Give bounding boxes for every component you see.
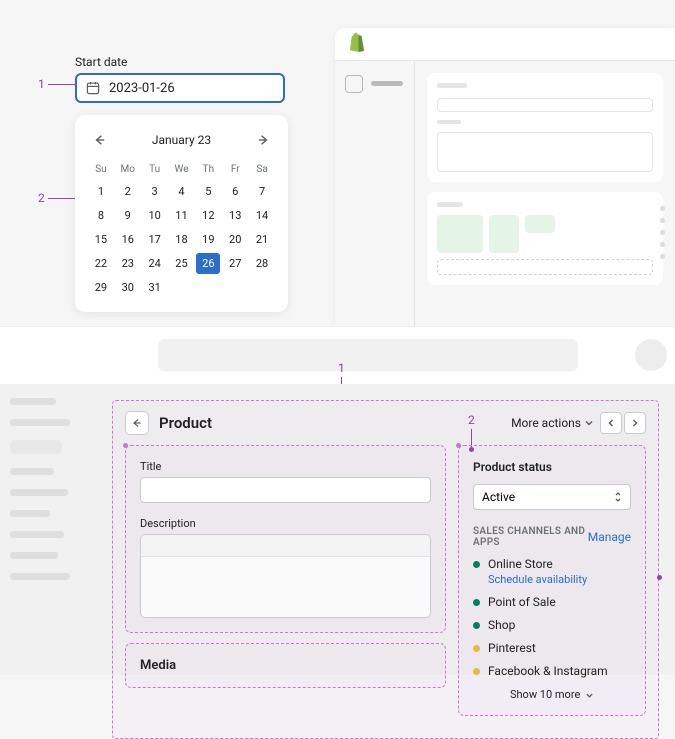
page-title: Product: [159, 414, 511, 432]
calendar-day[interactable]: 23: [116, 253, 140, 274]
calendar-day[interactable]: 12: [196, 205, 220, 226]
manage-link[interactable]: Manage: [588, 530, 631, 544]
calendar-day[interactable]: 9: [116, 205, 140, 226]
calendar-weekday: Tu: [143, 161, 167, 178]
annotation-b2: 2: [468, 413, 475, 427]
rte-toolbar[interactable]: [141, 535, 430, 557]
channels-header: SALES CHANNELS AND APPS: [473, 526, 588, 548]
next-month-button[interactable]: [252, 129, 274, 151]
nav-placeholder-icon: [345, 75, 363, 93]
calendar-day[interactable]: 21: [250, 229, 274, 250]
calendar-day[interactable]: 18: [170, 229, 194, 250]
preview-card-2: [427, 192, 663, 285]
calendar-day[interactable]: 31: [143, 277, 167, 298]
channel-name: Shop: [488, 618, 515, 632]
media-card-outline: Media: [125, 643, 446, 688]
calendar-day[interactable]: 20: [223, 229, 247, 250]
description-textarea[interactable]: [140, 534, 431, 618]
calendar-icon: [85, 80, 101, 96]
product-status-title: Product status: [473, 460, 631, 474]
calendar-day[interactable]: 17: [143, 229, 167, 250]
channel-row: Online Store: [473, 557, 631, 571]
channel-name: Point of Sale: [488, 595, 556, 609]
calendar-day[interactable]: 27: [223, 253, 247, 274]
annotation-2: 2: [38, 191, 45, 205]
status-dots: [660, 206, 665, 266]
calendar-weekday: Fr: [223, 161, 247, 178]
description-label: Description: [140, 517, 431, 530]
channel-status-dot: [473, 645, 480, 652]
annotation-1: 1: [38, 77, 45, 91]
calendar-day[interactable]: 16: [116, 229, 140, 250]
prev-month-button[interactable]: [89, 129, 111, 151]
nav-placeholder-bar: [371, 81, 403, 86]
main-card-outline: Title Description: [125, 445, 446, 633]
calendar-day[interactable]: 13: [223, 205, 247, 226]
calendar-day[interactable]: 14: [250, 205, 274, 226]
calendar-day[interactable]: 26: [196, 253, 220, 274]
title-label: Title: [140, 460, 431, 473]
calendar-day[interactable]: 22: [89, 253, 113, 274]
calendar-day[interactable]: 24: [143, 253, 167, 274]
calendar-day[interactable]: 11: [170, 205, 194, 226]
channel-row: Pinterest: [473, 641, 631, 655]
prev-button[interactable]: [600, 412, 622, 434]
calendar-weekday: Sa: [250, 161, 274, 178]
channel-name: Online Store: [488, 557, 553, 571]
channel-status-dot: [473, 599, 480, 606]
channel-status-dot: [473, 561, 480, 568]
calendar-day[interactable]: 5: [196, 181, 220, 202]
calendar-month-title: January 23: [152, 133, 211, 147]
next-button[interactable]: [624, 412, 646, 434]
channel-status-dot: [473, 668, 480, 675]
calendar-day[interactable]: 2: [116, 181, 140, 202]
calendar-weekday: Mo: [116, 161, 140, 178]
schedule-availability-link[interactable]: Schedule availability: [488, 573, 631, 586]
calendar-day[interactable]: 4: [170, 181, 194, 202]
channel-row: Point of Sale: [473, 595, 631, 609]
channel-status-dot: [473, 622, 480, 629]
channel-name: Pinterest: [488, 641, 536, 655]
calendar-day[interactable]: 7: [250, 181, 274, 202]
title-input[interactable]: [140, 477, 431, 503]
calendar-day[interactable]: 25: [170, 253, 194, 274]
date-label: Start date: [75, 55, 288, 69]
show-more-button[interactable]: Show 10 more: [473, 688, 631, 701]
calendar-day[interactable]: 3: [143, 181, 167, 202]
calendar-weekday: We: [170, 161, 194, 178]
channel-row: Facebook & Instagram: [473, 664, 631, 678]
calendar-day[interactable]: 15: [89, 229, 113, 250]
calendar-day[interactable]: 29: [89, 277, 113, 298]
calendar-day[interactable]: 8: [89, 205, 113, 226]
calendar: January 23 SuMoTuWeThFrSa123456789101112…: [75, 115, 288, 312]
left-nav-placeholder: [0, 384, 100, 675]
annotation-b1: 1: [338, 361, 345, 375]
calendar-day[interactable]: 19: [196, 229, 220, 250]
product-status-select[interactable]: Active: [473, 484, 631, 510]
date-input[interactable]: 2023-01-26: [75, 73, 285, 103]
avatar-placeholder[interactable]: [635, 339, 667, 371]
more-actions-button[interactable]: More actions: [511, 416, 594, 430]
calendar-weekday: Su: [89, 161, 113, 178]
calendar-day[interactable]: 6: [223, 181, 247, 202]
admin-preview: [335, 28, 675, 326]
channel-row: Shop: [473, 618, 631, 632]
shopify-logo-icon: [347, 32, 365, 56]
calendar-day[interactable]: 1: [89, 181, 113, 202]
channel-name: Facebook & Instagram: [488, 664, 608, 678]
search-placeholder[interactable]: [158, 339, 578, 371]
calendar-day[interactable]: 28: [250, 253, 274, 274]
back-button[interactable]: [125, 411, 149, 435]
calendar-day[interactable]: 10: [143, 205, 167, 226]
page-outline: Product More actions 2: [112, 400, 659, 739]
calendar-weekday: Th: [196, 161, 220, 178]
calendar-day[interactable]: 30: [116, 277, 140, 298]
media-title: Media: [140, 658, 431, 673]
date-value: 2023-01-26: [109, 81, 175, 96]
status-card-outline: Product status Active SALES CHANNELS AND…: [458, 445, 646, 716]
preview-card: [427, 73, 663, 182]
